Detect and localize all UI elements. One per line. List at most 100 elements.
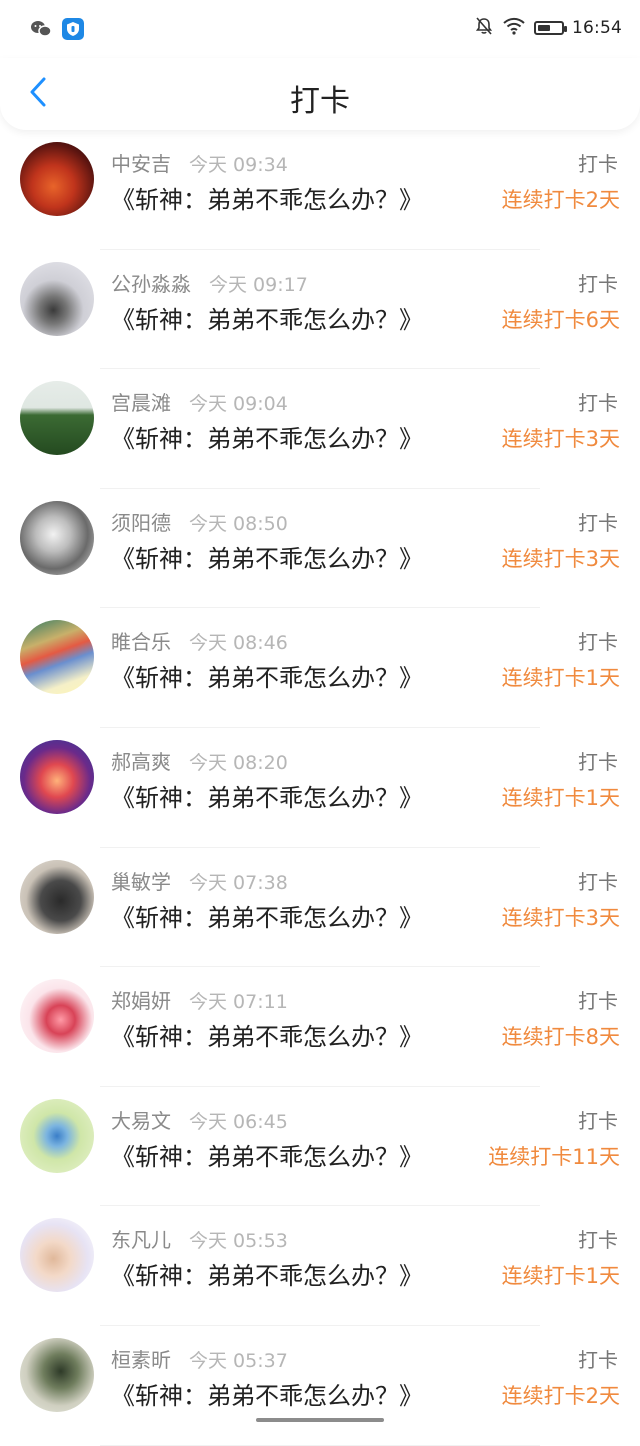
user-name-line: 睢合乐 今天 08:46 — [111, 626, 288, 655]
avatar[interactable] — [20, 1218, 94, 1293]
checkin-type: 打卡 — [578, 989, 618, 1014]
battery-level — [538, 25, 550, 31]
checkin-type: 打卡 — [578, 1108, 618, 1133]
checkin-time: 今天 06:45 — [189, 1110, 288, 1133]
list-item[interactable]: 巢敏学 今天 07:38 《斩神：弟弟不乖怎么办？》 打卡 连续打卡3天 — [0, 848, 640, 968]
checkin-type: 打卡 — [578, 1228, 618, 1253]
page-title: 打卡 — [290, 84, 350, 119]
book-title: 《斩神：弟弟不乖怎么办？》 — [111, 1023, 423, 1052]
user-name-line: 东凡儿 今天 05:53 — [111, 1224, 288, 1253]
checkin-time: 今天 07:11 — [189, 991, 288, 1014]
wechat-icon — [30, 20, 52, 42]
checkin-time: 今天 09:04 — [189, 393, 288, 416]
divider — [100, 1444, 540, 1446]
checkin-type: 打卡 — [578, 271, 618, 296]
streak-label: 连续打卡8天 — [501, 1025, 620, 1050]
checkin-time: 今天 09:34 — [189, 154, 288, 176]
user-name-line: 郑娟妍 今天 07:11 — [111, 985, 288, 1014]
user-name-line: 须阳德 今天 08:50 — [111, 507, 288, 536]
checkin-time: 今天 09:17 — [209, 273, 308, 296]
streak-label: 连续打卡2天 — [501, 188, 620, 212]
book-title: 《斩神：弟弟不乖怎么办？》 — [111, 1381, 423, 1410]
checkin-time: 今天 08:46 — [189, 632, 288, 655]
user-name: 郝高爽 — [111, 749, 171, 774]
book-title: 《斩神：弟弟不乖怎么办？》 — [111, 1142, 423, 1171]
list-item[interactable]: 中安吉 今天 09:34 《斩神：弟弟不乖怎么办？》 打卡连续打卡2天 — [0, 130, 640, 250]
user-name: 郑娟妍 — [111, 989, 171, 1014]
avatar[interactable] — [20, 979, 94, 1054]
avatar[interactable] — [20, 381, 94, 456]
user-name-line: 郝高爽 今天 08:20 — [111, 746, 288, 775]
avatar[interactable] — [20, 620, 94, 695]
streak-label: 连续打卡3天 — [501, 905, 620, 930]
list-item[interactable]: 桓素昕 今天 05:37 《斩神：弟弟不乖怎么办？》 打卡连续打卡2天 — [0, 1326, 640, 1446]
checkin-time: 今天 08:50 — [189, 512, 288, 535]
avatar[interactable] — [20, 500, 94, 575]
list-item[interactable]: 东凡儿 今天 05:53 《斩神：弟弟不乖怎么办？》 打卡连续打卡1天 — [0, 1206, 640, 1326]
checkin-type: 打卡 — [578, 391, 618, 416]
avatar[interactable] — [20, 859, 94, 934]
user-name-line: 公孙淼淼 今天 09:17 — [111, 268, 308, 297]
checkin-time: 今天 07:38 — [189, 871, 288, 894]
user-name: 宫晨滩 — [111, 391, 171, 416]
checkin-list: 中安吉 今天 09:34 《斩神：弟弟不乖怎么办？》 打卡 连续打卡2天 公孙淼淼 今天 0… — [0, 130, 640, 1446]
status-bar-right: 16:54 — [474, 16, 622, 40]
checkin-time: 今天 05:37 — [189, 1349, 288, 1372]
avatar[interactable] — [20, 142, 94, 216]
user-name: 桓素昕 — [111, 1347, 171, 1372]
streak-label: 连续打卡1天 — [501, 785, 620, 810]
book-title: 《斩神：弟弟不乖怎么办？》 — [111, 1262, 423, 1291]
checkin-time: 今天 08:20 — [189, 751, 288, 774]
checkin-type: 打卡 — [578, 630, 618, 655]
shield-app-icon — [62, 18, 84, 44]
user-name: 巢敏学 — [111, 869, 171, 894]
streak-label: 连续打卡3天 — [501, 546, 620, 571]
avatar[interactable] — [20, 1098, 94, 1173]
checkin-type: 打卡 — [578, 1347, 618, 1372]
user-name: 须阳德 — [111, 510, 171, 535]
battery-icon — [534, 21, 567, 35]
status-bar: 16:54 — [0, 0, 640, 58]
avatar[interactable] — [20, 739, 94, 814]
streak-label: 连续打卡3天 — [501, 427, 620, 452]
wifi-icon — [502, 17, 526, 39]
checkin-type: 打卡 — [578, 869, 618, 894]
avatar[interactable] — [20, 261, 94, 336]
user-name-line: 巢敏学 今天 07:38 — [111, 866, 288, 895]
book-title: 《斩神：弟弟不乖怎么办？》 — [111, 664, 423, 693]
checkin-time: 今天 05:53 — [189, 1230, 288, 1253]
checkin-type: 打卡 — [578, 152, 618, 176]
status-time: 16:54 — [572, 18, 622, 38]
book-title: 《斩神：弟弟不乖怎么办？》 — [111, 783, 423, 812]
list-item[interactable]: 郝高爽 今天 08:20 《斩神：弟弟不乖怎么办？》 打卡连续打卡1天 — [0, 728, 640, 848]
home-indicator[interactable] — [256, 1418, 384, 1422]
streak-label: 连续打卡6天 — [501, 307, 620, 332]
status-bar-left — [30, 18, 84, 44]
streak-label: 连续打卡1天 — [501, 1264, 620, 1289]
list-item[interactable]: 郑娟妍 今天 07:11 《斩神：弟弟不乖怎么办？》 打卡连续打卡8天 — [0, 967, 640, 1087]
user-name: 睢合乐 — [111, 630, 171, 655]
user-name-line: 桓素昕 今天 05:37 — [111, 1344, 288, 1373]
checkin-type: 打卡 — [578, 510, 618, 535]
user-name-line: 宫晨滩 今天 09:04 — [111, 387, 288, 416]
nav-bar: 打卡 — [0, 58, 640, 130]
list-item[interactable]: 宫晨滩 今天 09:04 《斩神：弟弟不乖怎么办？》 打卡 连续打卡3天 — [0, 369, 640, 489]
book-title: 《斩神：弟弟不乖怎么办？》 — [111, 186, 423, 214]
streak-label: 连续打卡2天 — [501, 1383, 620, 1408]
list-item[interactable]: 大易文 今天 06:45 《斩神：弟弟不乖怎么办？》 打卡连续打卡11天 — [0, 1087, 640, 1207]
list-item[interactable]: 公孙淼淼 今天 09:17 《斩神：弟弟不乖怎么办？》 打卡连续打卡6天 — [0, 250, 640, 370]
book-title: 《斩神：弟弟不乖怎么办？》 — [111, 544, 423, 573]
avatar[interactable] — [20, 1337, 94, 1412]
checkin-type: 打卡 — [578, 749, 618, 774]
user-name: 中安吉 — [111, 152, 171, 176]
user-name: 公孙淼淼 — [111, 271, 191, 296]
user-name-line: 大易文 今天 06:45 — [111, 1105, 288, 1134]
streak-label: 连续打卡1天 — [501, 666, 620, 691]
bell-off-icon — [474, 16, 494, 40]
list-item[interactable]: 须阳德 今天 08:50 《斩神：弟弟不乖怎么办？》 打卡连续打卡3天 — [0, 489, 640, 609]
list-item[interactable]: 睢合乐 今天 08:46 《斩神：弟弟不乖怎么办？》 打卡连续打卡1天 — [0, 608, 640, 728]
book-title: 《斩神：弟弟不乖怎么办？》 — [111, 305, 423, 334]
user-name-line: 中安吉 今天 09:34 — [111, 148, 288, 177]
user-name: 东凡儿 — [111, 1228, 171, 1253]
streak-label: 连续打卡11天 — [488, 1144, 620, 1169]
